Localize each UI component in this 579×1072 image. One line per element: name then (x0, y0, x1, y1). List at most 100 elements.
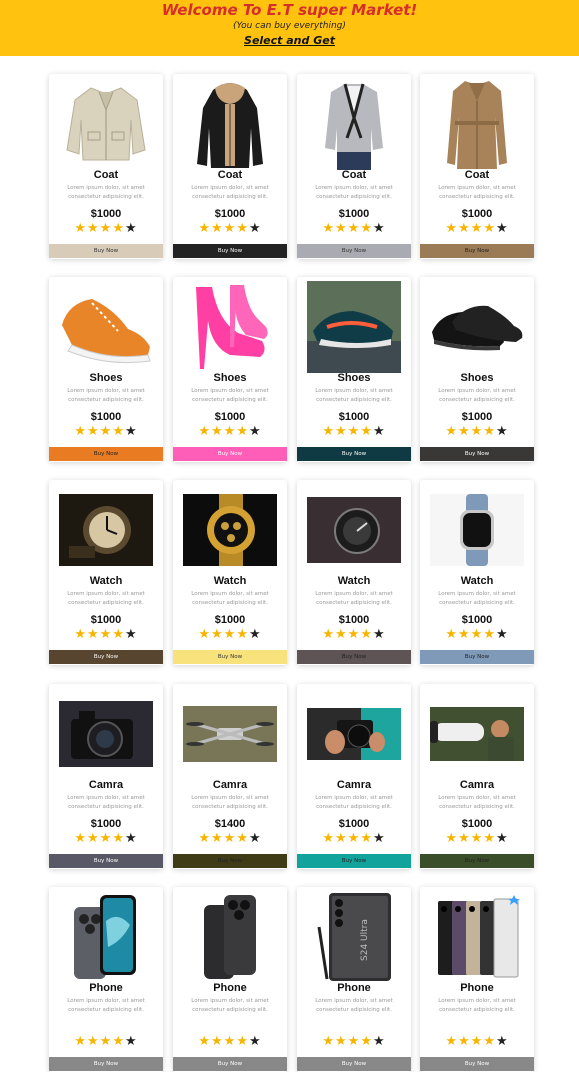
product-card[interactable]: Watch Lorem ipsum dolor, sit amet consect… (173, 480, 287, 665)
product-image (425, 77, 529, 171)
buy-now-button[interactable]: Buy Now (173, 244, 287, 258)
star-icon: ★ (445, 221, 459, 236)
star-rating: ★★★★★ (49, 425, 163, 439)
product-card[interactable]: Camra Lorem ipsum dolor, sit amet consect… (49, 684, 163, 869)
product-card[interactable]: Watch Lorem ipsum dolor, sit amet consect… (297, 480, 411, 665)
star-icon: ★ (74, 627, 88, 642)
product-description: Lorem ipsum dolor, sit amet consectetur … (438, 388, 516, 403)
product-name: Camra (459, 779, 495, 791)
product-image (425, 688, 529, 780)
buy-now-button[interactable]: Buy Now (297, 650, 411, 664)
buy-now-button[interactable]: Buy Now (173, 1057, 287, 1071)
product-description: Lorem ipsum dolor, sit amet consectetur … (67, 795, 145, 810)
product-image (54, 891, 158, 983)
product-image (302, 281, 406, 373)
star-icon: ★ (211, 1034, 224, 1049)
star-icon: ★ (74, 221, 88, 236)
product-image (178, 78, 282, 170)
product-card[interactable]: Camra Lorem ipsum dolor, sit amet consect… (297, 684, 411, 869)
product-name: Watch (460, 575, 494, 587)
star-icon: ★ (347, 627, 361, 642)
product-image (425, 281, 529, 373)
product-description: Lorem ipsum dolor, sit amet consectetur … (315, 591, 393, 606)
buy-now-button[interactable]: Buy Now (49, 854, 163, 868)
star-icon: ★ (470, 221, 484, 236)
star-icon: ★ (347, 1034, 361, 1049)
product-card[interactable]: Coat Lorem ipsum dolor, sit amet consecte… (297, 74, 411, 259)
star-icon: ★ (372, 221, 386, 236)
product-price: $1000 (90, 208, 122, 220)
product-card[interactable]: Camra Lorem ipsum dolor, sit amet consect… (420, 684, 534, 869)
buy-now-button[interactable]: Buy Now (420, 447, 534, 461)
product-description: Lorem ipsum dolor, sit amet consectetur … (438, 185, 516, 200)
buy-now-button[interactable]: Buy Now (173, 447, 287, 461)
buy-now-button[interactable]: Buy Now (173, 650, 287, 664)
star-icon: ★ (248, 424, 262, 439)
product-description: Lorem ipsum dolor, sit amet consectetur … (191, 591, 269, 606)
star-icon: ★ (74, 1034, 88, 1049)
product-description: Lorem ipsum dolor, sit amet consectetur … (191, 388, 269, 403)
star-icon: ★ (211, 831, 224, 846)
product-image (54, 688, 158, 780)
buy-now-button[interactable]: Buy Now (173, 854, 287, 868)
star-icon: ★ (99, 1034, 113, 1049)
product-name: Coat (93, 169, 119, 181)
star-icon: ★ (495, 1034, 509, 1049)
product-card[interactable]: Coat Lorem ipsum dolor, sit amet consecte… (420, 74, 534, 259)
star-icon: ★ (124, 424, 138, 439)
star-rating: ★★★★★ (173, 832, 287, 846)
buy-now-button[interactable]: Buy Now (297, 1057, 411, 1071)
buy-now-button[interactable]: Buy Now (420, 244, 534, 258)
product-card[interactable]: Coat Lorem ipsum dolor, sit amet consecte… (49, 74, 163, 259)
product-card[interactable]: Shoes Lorem ipsum dolor, sit amet consect… (49, 277, 163, 462)
product-image (425, 484, 529, 576)
star-rating: ★★★★★ (297, 628, 411, 642)
buy-now-button[interactable]: Buy Now (420, 650, 534, 664)
star-rating: ★★★★★ (297, 1035, 411, 1049)
product-card[interactable]: Shoes Lorem ipsum dolor, sit amet consect… (173, 277, 287, 462)
product-card[interactable]: Phone Lorem ipsum dolor, sit amet consect… (173, 887, 287, 1072)
product-name: Phone (460, 982, 494, 994)
star-icon: ★ (495, 424, 509, 439)
star-rating: ★★★★★ (420, 425, 534, 439)
product-card[interactable]: Phone Lorem ipsum dolor, sit amet consect… (49, 887, 163, 1072)
star-rating: ★★★★★ (49, 222, 163, 236)
star-icon: ★ (124, 1034, 138, 1049)
star-icon: ★ (112, 831, 125, 846)
product-card[interactable]: Watch Lorem ipsum dolor, sit amet consect… (420, 480, 534, 665)
star-rating: ★★★★★ (173, 222, 287, 236)
buy-now-button[interactable]: Buy Now (420, 854, 534, 868)
product-description: Lorem ipsum dolor, sit amet consectetur … (438, 998, 516, 1013)
product-grid: Coat Lorem ipsum dolor, sit amet consecte… (0, 0, 579, 1072)
product-card[interactable]: Phone Lorem ipsum dolor, sit amet consect… (420, 887, 534, 1072)
buy-now-button[interactable]: Buy Now (297, 854, 411, 868)
star-icon: ★ (445, 627, 459, 642)
product-image (302, 688, 406, 780)
star-icon: ★ (112, 424, 125, 439)
product-card[interactable]: Coat Lorem ipsum dolor, sit amet consecte… (173, 74, 287, 259)
star-icon: ★ (372, 424, 386, 439)
product-card[interactable]: S24 Ultra Phone Lorem ipsum dolor, sit ame… (297, 887, 411, 1072)
product-price: $1000 (90, 411, 122, 423)
buy-now-button[interactable]: Buy Now (297, 244, 411, 258)
star-icon: ★ (248, 1034, 262, 1049)
star-rating: ★★★★★ (297, 425, 411, 439)
buy-now-button[interactable]: Buy Now (49, 1057, 163, 1071)
product-card[interactable]: Shoes Lorem ipsum dolor, sit amet consect… (297, 277, 411, 462)
star-icon: ★ (458, 424, 471, 439)
product-name: Camra (336, 779, 372, 791)
product-price: $1000 (461, 411, 493, 423)
star-icon: ★ (87, 221, 100, 236)
product-description: Lorem ipsum dolor, sit amet consectetur … (438, 795, 516, 810)
buy-now-button[interactable]: Buy Now (49, 447, 163, 461)
product-card[interactable]: Camra Lorem ipsum dolor, sit amet consect… (173, 684, 287, 869)
star-icon: ★ (360, 1034, 373, 1049)
product-card[interactable]: Watch Lorem ipsum dolor, sit amet consect… (49, 480, 163, 665)
buy-now-button[interactable]: Buy Now (49, 244, 163, 258)
buy-now-button[interactable]: Buy Now (420, 1057, 534, 1071)
buy-now-button[interactable]: Buy Now (49, 650, 163, 664)
product-card[interactable]: Shoes Lorem ipsum dolor, sit amet consect… (420, 277, 534, 462)
star-icon: ★ (198, 831, 212, 846)
star-icon: ★ (124, 831, 138, 846)
buy-now-button[interactable]: Buy Now (297, 447, 411, 461)
